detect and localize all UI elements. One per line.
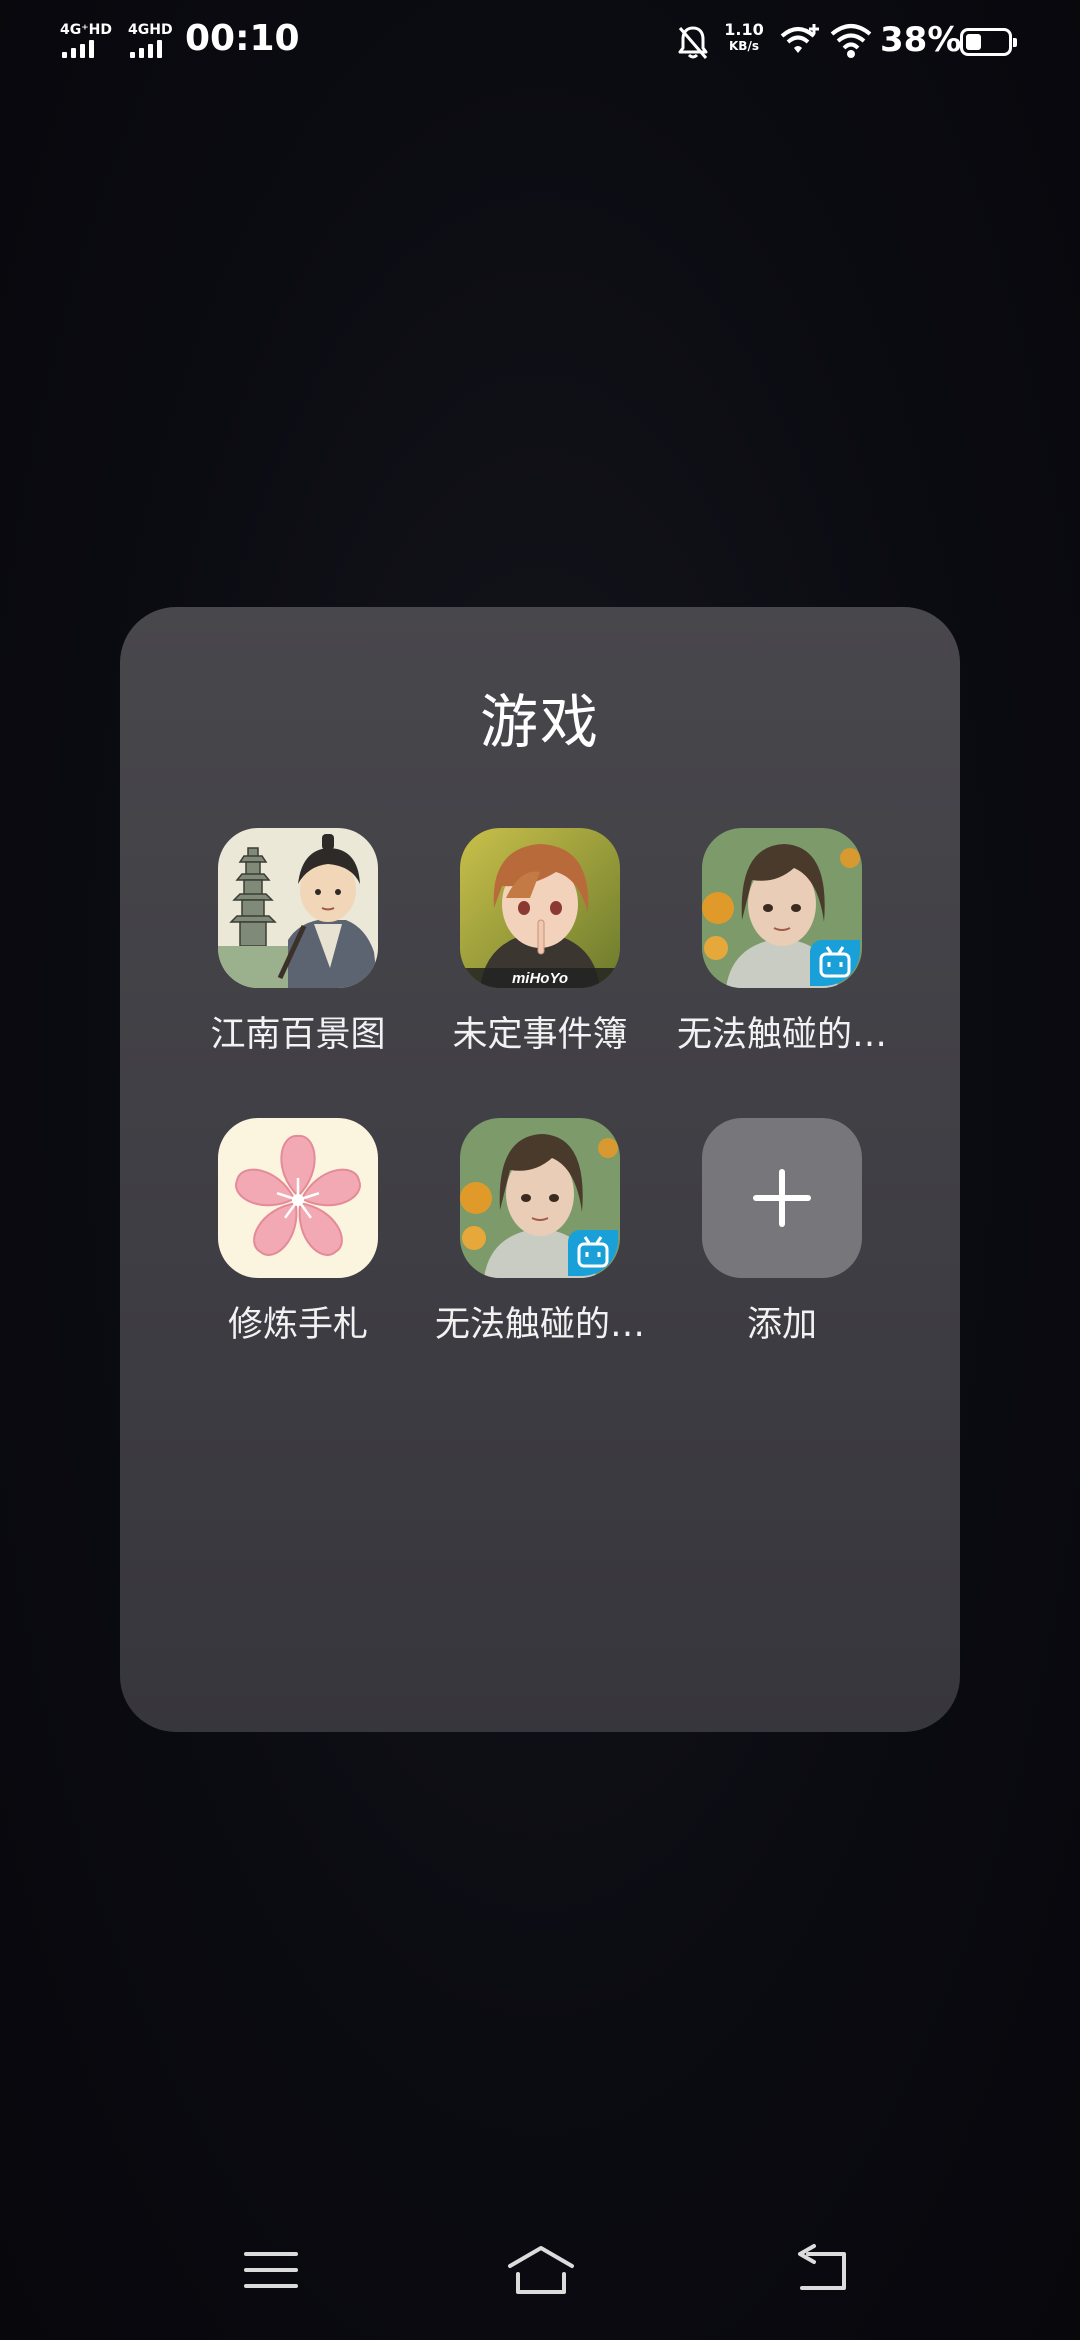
- network-speed-value: 1.10: [724, 20, 764, 39]
- wufa-chupeng-app-icon[interactable]: [702, 828, 862, 988]
- app-label: 无法触碰的…: [676, 1015, 887, 1055]
- menu-icon[interactable]: [236, 2240, 306, 2300]
- jiangnan-baijingtu-app-icon[interactable]: [218, 828, 378, 988]
- wifi-icon: [830, 24, 872, 58]
- sim2-network-type: 4GHD: [128, 22, 173, 38]
- home-icon[interactable]: [504, 2240, 578, 2300]
- folder-title[interactable]: 游戏: [120, 675, 960, 759]
- sim2-signal: 4GHD: [128, 22, 188, 62]
- weiding-shijianbu-app-icon[interactable]: miHoYo: [460, 828, 620, 988]
- battery-icon: [960, 28, 1017, 56]
- signal-icon: [130, 40, 162, 58]
- add-app-label: 添加: [746, 1305, 817, 1345]
- app-label: 江南百景图: [210, 1015, 386, 1055]
- wifi-calling-icon: [780, 24, 819, 53]
- app-label: 未定事件簿: [452, 1015, 628, 1055]
- app-folder: 游戏 江南百景图 miHoYo 未定事件簿 无法触碰的… 修炼手札 无法触碰的……: [120, 607, 960, 1732]
- bilibili-badge-icon: [810, 940, 860, 986]
- bell-off-icon: [678, 26, 708, 59]
- xiulian-shouzha-app-icon[interactable]: [218, 1118, 378, 1278]
- sim1-network-type: 4G⁺HD: [60, 22, 112, 38]
- app-label: 修炼手札: [227, 1305, 368, 1345]
- battery-fill: [966, 34, 981, 50]
- network-speed: 1.10 KB/s: [718, 22, 770, 54]
- network-speed-unit: KB/s: [729, 39, 759, 53]
- bilibili-badge-icon: [568, 1230, 618, 1276]
- mihoyo-logo-text: miHoYo: [512, 970, 568, 987]
- plus-icon[interactable]: [702, 1118, 862, 1278]
- app-label: 无法触碰的…: [434, 1305, 645, 1345]
- wufa-chupeng-app-icon[interactable]: [460, 1118, 620, 1278]
- signal-icon: [62, 40, 94, 58]
- battery-percent: 38%: [880, 20, 962, 60]
- status-bar: 4G⁺HD 4GHD 00:10 1.10 KB/s 38%: [0, 0, 1080, 90]
- sim1-signal: 4G⁺HD: [60, 22, 120, 62]
- back-icon[interactable]: [788, 2240, 858, 2300]
- clock: 00:10: [185, 18, 300, 59]
